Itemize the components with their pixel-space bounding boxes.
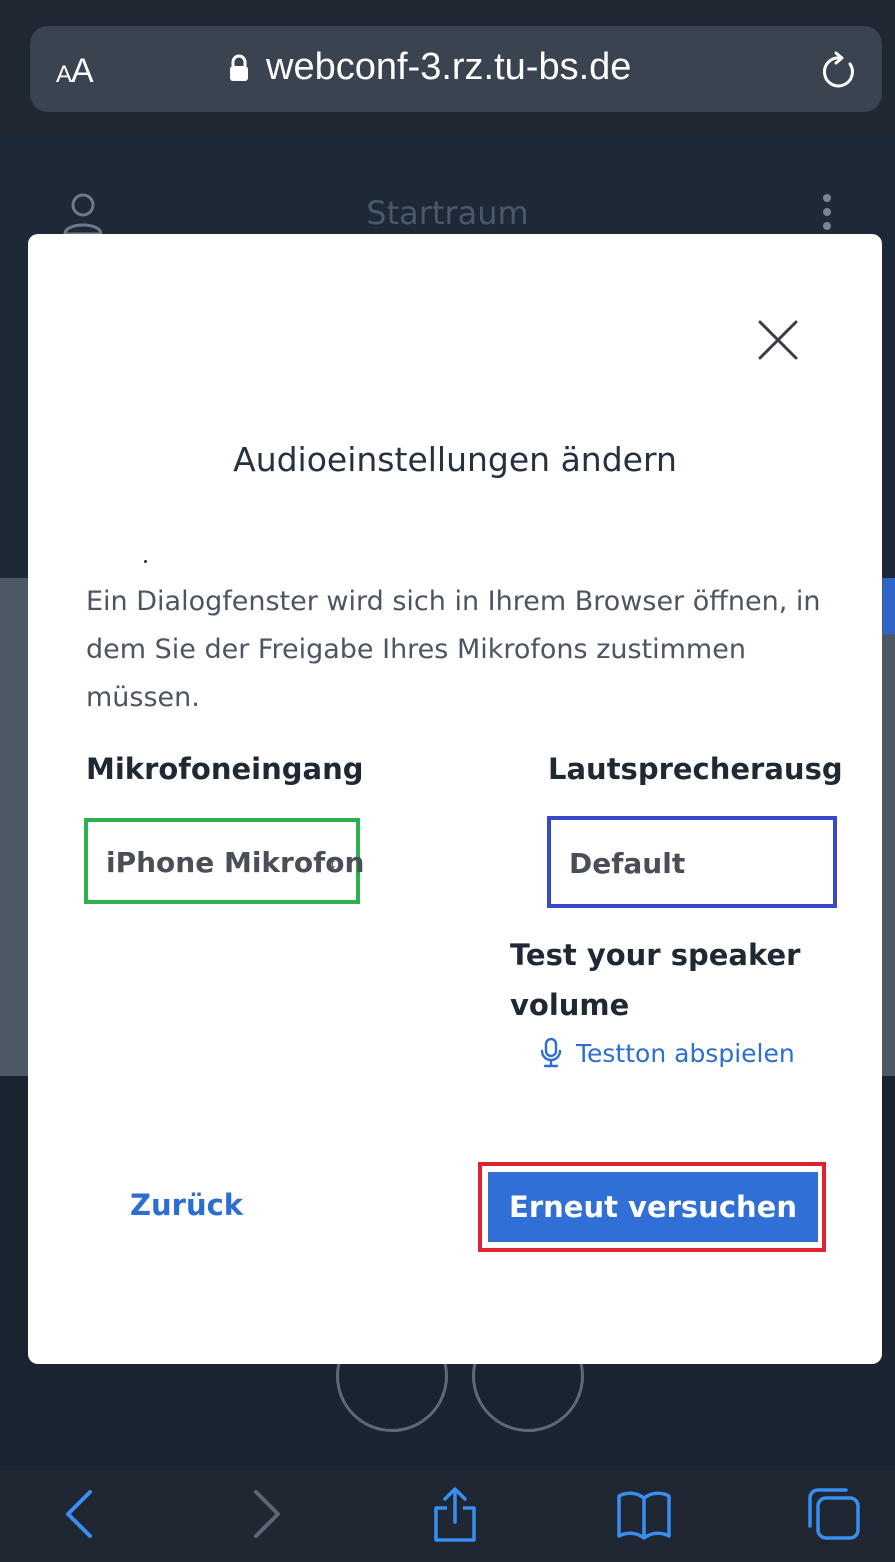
speaker-select-value: Default <box>569 847 686 880</box>
mic-select[interactable]: iPhone Mikrofon ⇕ <box>84 818 364 904</box>
tabs-icon[interactable] <box>804 1486 862 1542</box>
close-icon[interactable] <box>756 318 800 362</box>
text-size-button[interactable]: AA <box>56 52 94 91</box>
back-button[interactable]: Zurück <box>130 1188 243 1222</box>
forward-icon[interactable] <box>250 1486 284 1542</box>
room-title: Startraum <box>366 194 529 232</box>
back-icon[interactable] <box>62 1486 96 1542</box>
speaker-test-heading: Test your speaker volume <box>510 938 801 1022</box>
phone-screen: AA webconf-3.rz.tu-bs.de Startraum Audio… <box>0 0 895 1562</box>
stray-dot <box>144 560 147 563</box>
microphone-icon <box>540 1038 562 1068</box>
url-text[interactable]: webconf-3.rz.tu-bs.de <box>266 46 631 89</box>
reload-icon[interactable] <box>820 50 860 90</box>
speaker-select[interactable]: Default <box>547 816 837 908</box>
retry-button[interactable]: Erneut versuchen <box>488 1172 818 1242</box>
dialog-description: Ein Dialogfenster wird sich in Ihrem Bro… <box>86 586 821 713</box>
kebab-menu-icon[interactable] <box>822 194 832 234</box>
bookmarks-icon[interactable] <box>616 1486 672 1542</box>
lock-icon <box>230 54 248 81</box>
play-test-tone-link[interactable]: Testton abspielen <box>540 1038 795 1068</box>
share-icon[interactable] <box>430 1486 480 1542</box>
speaker-output-label: Lautsprecherausgabe <box>548 752 844 786</box>
mic-input-label: Mikrofoneingang <box>86 752 364 786</box>
select-arrow-icon: ⇕ <box>324 857 338 874</box>
dialog-title: Audioeinstellungen ändern <box>233 440 677 479</box>
play-test-tone-label: Testton abspielen <box>576 1038 795 1068</box>
